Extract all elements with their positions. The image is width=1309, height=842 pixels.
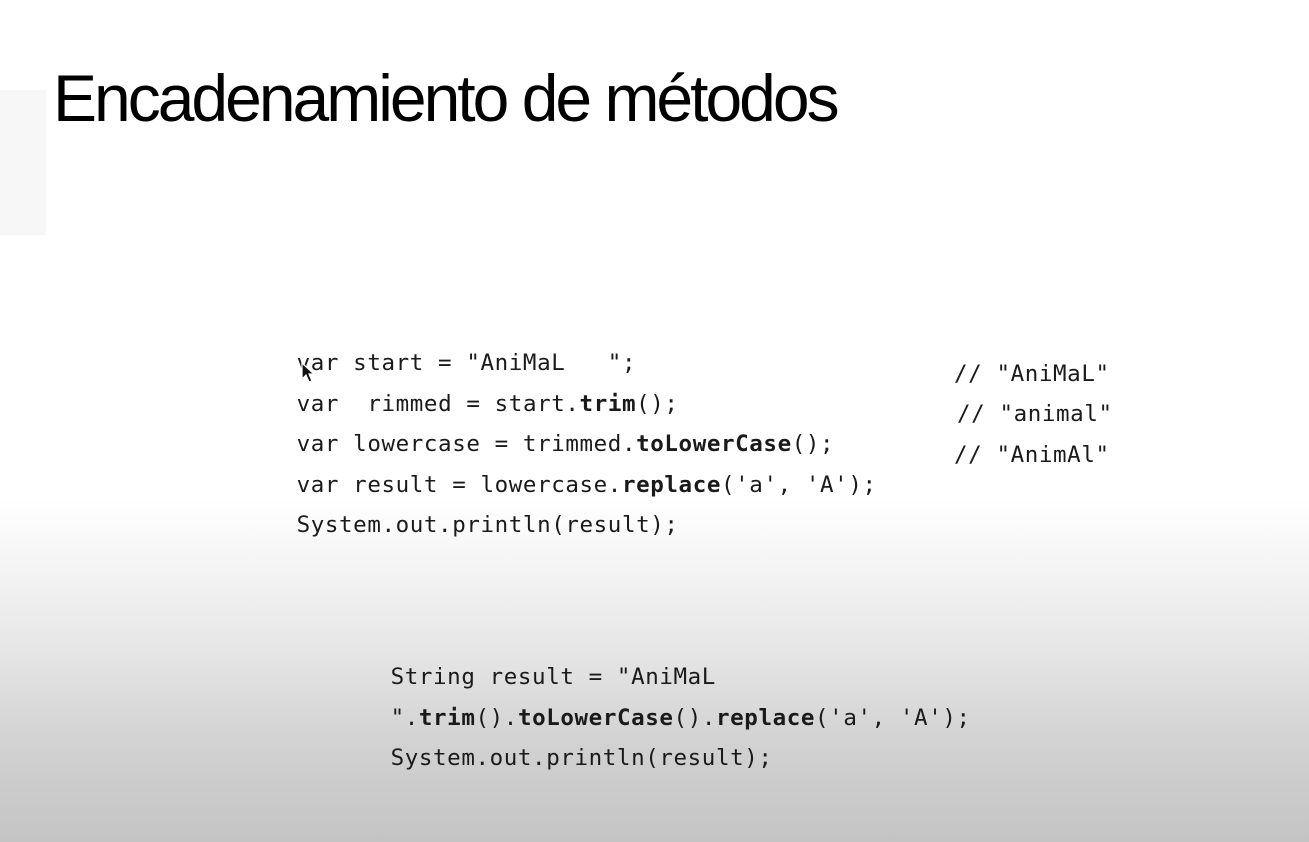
code-comment: // "AnimAl" (954, 442, 1110, 468)
code-text: ('a', 'A'); (815, 705, 971, 731)
code-line-3: var lowercase = trimmed.toLowerCase(); (240, 399, 834, 457)
code-line-2: ".trim().toLowerCase().replace('a', 'A')… (334, 673, 971, 731)
code-line-4: var result = lowercase.replace('a', 'A')… (240, 440, 877, 498)
code-line-5: System.out.println(result); (240, 480, 679, 538)
code-comment: // "animal" (957, 401, 1113, 427)
code-block-sequential: var start = "AniMaL "; var rimmed = star… (240, 318, 1112, 552)
code-text: System.out.println(result); (390, 745, 773, 771)
slide-title: Encadenamiento de métodos (53, 61, 840, 135)
mouse-pointer-icon (301, 362, 316, 383)
code-text: System.out.println(result); (296, 512, 679, 538)
left-shade (0, 90, 46, 235)
code-line-3: System.out.println(result); (334, 713, 773, 771)
code-comment: // "AniMaL" (954, 361, 1110, 387)
code-line-1: var start = "AniMaL "; (240, 318, 636, 376)
code-text: ('a', 'A'); (721, 472, 877, 498)
code-block-chained: String result = "AniMaL ".trim().toLower… (334, 632, 970, 771)
code-line-1: String result = "AniMaL (334, 632, 716, 690)
